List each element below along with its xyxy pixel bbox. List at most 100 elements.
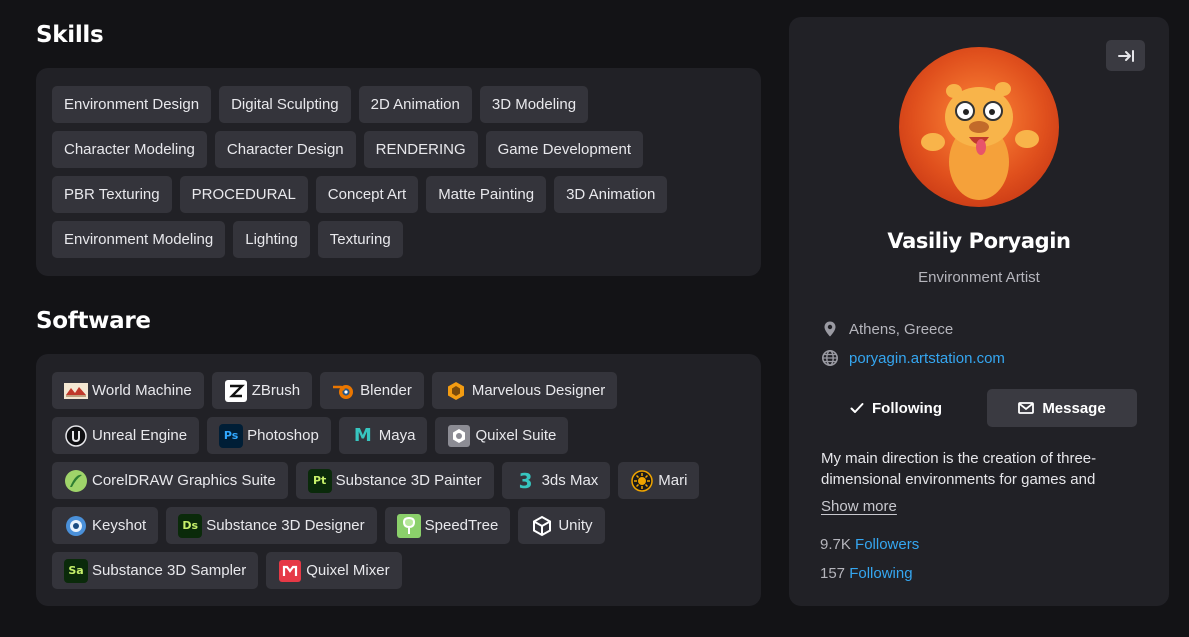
skill-tag[interactable]: RENDERING [363, 131, 478, 168]
website-link[interactable]: poryagin.artstation.com [849, 350, 1005, 367]
software-tag[interactable]: Mari [618, 462, 700, 499]
software-tag-label: Quixel Suite [475, 427, 557, 444]
following-link[interactable]: Following [849, 565, 912, 582]
location-pin-icon [824, 321, 836, 337]
envelope-icon [1018, 402, 1035, 414]
software-tag-label: 3ds Max [541, 472, 599, 489]
software-tag[interactable]: Blender [320, 372, 424, 409]
software-tag[interactable]: World Machine [52, 372, 204, 409]
substance-painter-icon: Pt [307, 468, 332, 493]
software-tag[interactable]: Sa Substance 3D Sampler [52, 552, 259, 589]
software-tag-label: Substance 3D Designer [206, 517, 365, 534]
marvelous-designer-icon [444, 379, 468, 403]
globe-icon [822, 350, 838, 366]
software-tag[interactable]: ZBrush [211, 372, 313, 409]
software-tag-label: Blender [360, 382, 412, 399]
quixel-mixer-icon [278, 559, 302, 583]
software-tag-label: World Machine [92, 382, 192, 399]
software-tag[interactable]: M Maya [338, 417, 428, 454]
software-tag-label: Substance 3D Sampler [92, 562, 247, 579]
skill-tag[interactable]: Texturing [317, 221, 403, 258]
software-panel: World Machine ZBrush Blender Marvelous Desi… [36, 354, 761, 606]
followers-stat[interactable]: 9.7K Followers [820, 536, 919, 553]
check-icon [850, 403, 864, 413]
message-button[interactable]: Message [987, 389, 1137, 427]
following-count: 157 [820, 565, 846, 582]
software-tag[interactable]: Ds Substance 3D Designer [166, 507, 377, 544]
followers-link[interactable]: Followers [855, 536, 919, 553]
skills-title: Skills [36, 22, 104, 48]
show-more-link[interactable]: Show more [821, 498, 897, 515]
software-tag[interactable]: Quixel Mixer [266, 552, 402, 589]
software-list: World Machine ZBrush Blender Marvelous Desi… [52, 372, 745, 589]
skill-tag[interactable]: Lighting [233, 221, 310, 258]
skill-tag[interactable]: 3D Animation [554, 176, 668, 213]
profile-card: Vasiliy Poryagin Environment Artist Athe… [789, 17, 1169, 606]
message-button-label: Message [1042, 399, 1106, 417]
location-row: Athens, Greece [821, 320, 953, 338]
software-tag[interactable]: Marvelous Designer [431, 372, 618, 409]
software-tag[interactable]: 3 3ds Max [501, 462, 611, 499]
collapse-arrow-icon [1117, 49, 1134, 62]
maya-icon: M [353, 425, 372, 446]
skill-tag[interactable]: 2D Animation [358, 86, 472, 123]
collapse-sidebar-button[interactable] [1106, 40, 1145, 71]
software-tag[interactable]: CorelDRAW Graphics Suite [52, 462, 288, 499]
profile-name: Vasiliy Poryagin [887, 229, 1071, 253]
software-tag-label: Marvelous Designer [471, 382, 606, 399]
following-button-label: Following [872, 399, 942, 417]
software-tag-label: Keyshot [92, 517, 147, 534]
software-tag-label: Mari [658, 472, 688, 489]
software-tag[interactable]: Ps Photoshop [207, 417, 331, 454]
skill-tag[interactable]: Environment Design [52, 86, 212, 123]
software-tag-label: Unreal Engine [92, 427, 188, 444]
skill-tag[interactable]: PROCEDURAL [179, 176, 308, 213]
software-tag[interactable]: Unreal Engine [52, 417, 200, 454]
software-tag[interactable]: SpeedTree [384, 507, 511, 544]
coreldraw-icon [64, 469, 88, 493]
website-row[interactable]: poryagin.artstation.com [821, 349, 1005, 367]
software-tag-label: Quixel Mixer [306, 562, 390, 579]
followers-count: 9.7K [820, 536, 851, 553]
software-tag[interactable]: Pt Substance 3D Painter [295, 462, 494, 499]
skill-tag[interactable]: Character Modeling [52, 131, 207, 168]
avatar-character-image [921, 82, 1039, 200]
following-stat[interactable]: 157 Following [820, 565, 913, 582]
speedtree-icon [396, 513, 421, 538]
world-machine-icon [64, 379, 88, 403]
skill-tag[interactable]: Environment Modeling [52, 221, 226, 258]
skill-tag[interactable]: Concept Art [315, 176, 419, 213]
unity-icon [530, 514, 554, 538]
software-tag-label: SpeedTree [424, 517, 499, 534]
keyshot-icon [64, 514, 88, 538]
substance-sampler-icon: Sa [64, 558, 88, 583]
software-tag-label: Substance 3D Painter [335, 472, 482, 489]
skill-tag[interactable]: PBR Texturing [52, 176, 172, 213]
software-tag-label: Unity [558, 517, 593, 534]
software-tag-label: Maya [378, 427, 416, 444]
profile-headline: Environment Artist [918, 269, 1040, 286]
avatar[interactable] [899, 47, 1059, 207]
unreal-engine-icon [64, 424, 88, 448]
skill-tag[interactable]: 3D Modeling [479, 86, 589, 123]
software-tag-label: Photoshop [247, 427, 319, 444]
quixel-suite-icon [447, 424, 471, 448]
skill-tag[interactable]: Game Development [485, 131, 644, 168]
blender-icon [332, 379, 356, 403]
skill-tag[interactable]: Matte Painting [426, 176, 547, 213]
skill-tag[interactable]: Character Design [214, 131, 356, 168]
software-tag-label: CorelDRAW Graphics Suite [92, 472, 276, 489]
software-title: Software [36, 308, 151, 334]
mari-icon [630, 469, 654, 493]
3ds-max-icon: 3 [518, 468, 533, 493]
skills-list: Environment Design Digital Sculpting 2D An… [52, 86, 745, 258]
following-button[interactable]: Following [821, 389, 971, 427]
photoshop-icon: Ps [219, 423, 244, 448]
skill-tag[interactable]: Digital Sculpting [219, 86, 351, 123]
software-tag[interactable]: Keyshot [52, 507, 159, 544]
software-tag[interactable]: Quixel Suite [435, 417, 569, 454]
location-text: Athens, Greece [849, 320, 954, 338]
skills-panel: Environment Design Digital Sculpting 2D An… [36, 68, 761, 276]
zbrush-icon [224, 379, 248, 403]
software-tag[interactable]: Unity [518, 507, 605, 544]
